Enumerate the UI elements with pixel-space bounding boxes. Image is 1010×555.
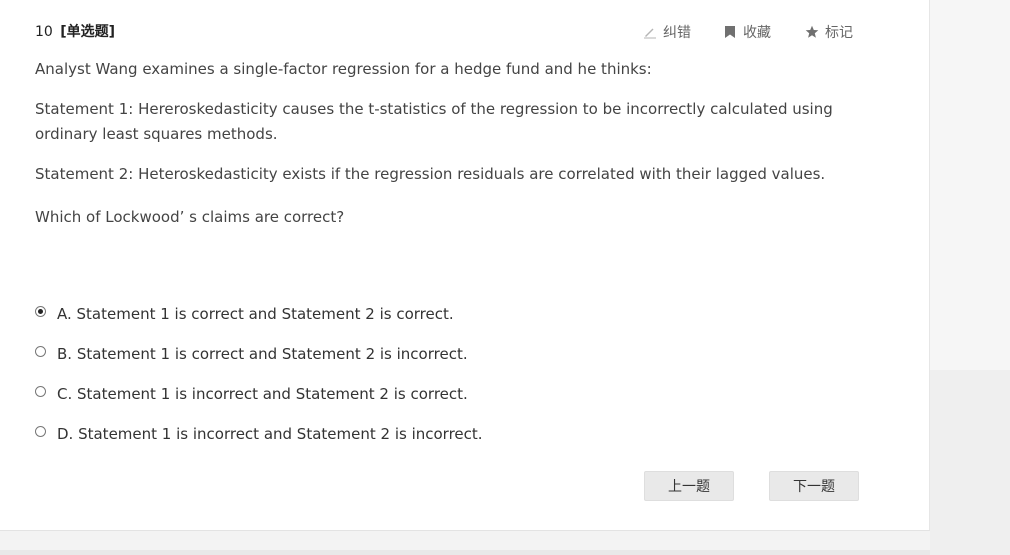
right-gutter-lower [930, 370, 1010, 555]
question-number: 10 [35, 24, 53, 40]
pencil-icon [644, 28, 656, 39]
option-d[interactable]: D. Statement 1 is incorrect and Statemen… [35, 414, 483, 454]
option-b[interactable]: B. Statement 1 is correct and Statement … [35, 334, 483, 374]
option-label: C. Statement 1 is incorrect and Statemen… [57, 385, 468, 403]
statement-2: Statement 2: Heteroskedasticity exists i… [35, 165, 826, 183]
question-tools: 纠错 收藏 标记 [643, 22, 865, 42]
question-intro: Analyst Wang examines a single-factor re… [35, 60, 652, 78]
option-a[interactable]: A. Statement 1 is correct and Statement … [35, 294, 483, 334]
favorite-label: 收藏 [743, 25, 771, 41]
question-type: [单选题] [60, 24, 116, 40]
question-header: 10 [单选题] [35, 21, 115, 41]
favorite-button[interactable]: 收藏 [723, 22, 805, 42]
next-question-button[interactable]: 下一题 [769, 471, 859, 501]
question-card: 10 [单选题] 纠错 收藏 标记 Analyst Wang examines … [0, 0, 930, 531]
option-label: B. Statement 1 is correct and Statement … [57, 345, 468, 363]
bookmark-icon [725, 26, 735, 38]
radio-button-selected[interactable] [35, 305, 46, 317]
right-gutter [930, 0, 1010, 370]
answer-options: A. Statement 1 is correct and Statement … [35, 294, 483, 454]
radio-button[interactable] [35, 345, 46, 357]
radio-button[interactable] [35, 385, 46, 397]
mark-button[interactable]: 标记 [805, 22, 865, 42]
option-label: A. Statement 1 is correct and Statement … [57, 305, 454, 323]
correct-error-button[interactable]: 纠错 [643, 22, 723, 42]
mark-label: 标记 [825, 25, 853, 41]
question-prompt: Which of Lockwood’ s claims are correct? [35, 208, 345, 226]
previous-question-button[interactable]: 上一题 [644, 471, 734, 501]
option-label: D. Statement 1 is incorrect and Statemen… [57, 425, 483, 443]
radio-button[interactable] [35, 425, 46, 437]
bottom-divider [0, 550, 930, 555]
option-c[interactable]: C. Statement 1 is incorrect and Statemen… [35, 374, 483, 414]
page: 10 [单选题] 纠错 收藏 标记 Analyst Wang examines … [0, 0, 1010, 555]
correct-error-label: 纠错 [663, 25, 691, 41]
star-icon [805, 25, 819, 38]
statement-1: Statement 1: Hereroskedasticity causes t… [35, 100, 833, 143]
